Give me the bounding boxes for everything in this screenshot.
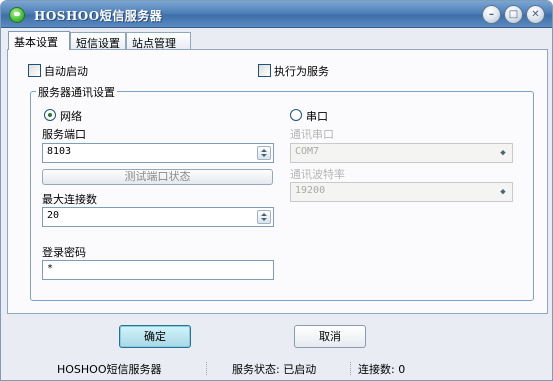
tab-sms-settings[interactable]: 短信设置: [70, 32, 126, 50]
tab-site-management[interactable]: 站点管理: [126, 32, 191, 50]
status-separator: [350, 362, 351, 375]
service-port-input[interactable]: 8103: [42, 143, 274, 163]
title-bar[interactable]: HOSHOO短信服务器 – □ ✕: [1, 1, 552, 28]
auto-start-checkbox[interactable]: [28, 64, 41, 77]
status-app-name: HOSHOO短信服务器: [57, 363, 162, 376]
server-comm-groupbox: 服务器通讯设置 网络 服务端口 8103 测试端口状态 最大连接数 20 登录密…: [30, 84, 534, 301]
status-service-state: 服务状态: 已启动: [232, 363, 317, 376]
app-icon: [9, 7, 25, 23]
max-connections-label: 最大连接数: [42, 193, 97, 206]
max-conn-spinner-icon[interactable]: [257, 210, 271, 224]
run-as-service-checkbox[interactable]: [258, 64, 271, 77]
serial-label: 串口: [306, 110, 328, 123]
service-port-value: 8103: [47, 146, 72, 157]
run-as-service-label: 执行为服务: [274, 65, 329, 78]
basic-settings-panel: 自动启动 执行为服务 服务器通讯设置 网络 服务端口 8103 测试端口状态 最…: [7, 49, 548, 314]
max-connections-input[interactable]: 20: [42, 207, 274, 227]
status-bar: HOSHOO短信服务器 服务状态: 已启动 连接数: 0: [1, 356, 552, 380]
network-radio[interactable]: [44, 109, 56, 121]
window-title: HOSHOO短信服务器: [34, 9, 163, 23]
minimize-button[interactable]: –: [482, 5, 501, 24]
status-connections: 连接数: 0: [358, 363, 406, 376]
groupbox-title: 服务器通讯设置: [36, 84, 117, 100]
baud-rate-label: 通讯波特率: [290, 168, 345, 181]
serial-radio[interactable]: [290, 109, 302, 121]
login-password-value: *: [47, 263, 54, 274]
max-connections-value: 20: [47, 210, 60, 221]
login-password-label: 登录密码: [42, 246, 86, 259]
close-button[interactable]: ✕: [526, 5, 545, 24]
port-spinner-icon[interactable]: [257, 146, 271, 160]
auto-start-label: 自动启动: [44, 65, 88, 78]
network-label: 网络: [60, 110, 82, 123]
serial-port-select[interactable]: COM7 ◆: [290, 143, 513, 163]
dropdown-arrow-icon[interactable]: ◆: [497, 147, 509, 159]
cancel-button[interactable]: 取消: [294, 325, 366, 348]
tab-basic-settings[interactable]: 基本设置: [8, 31, 70, 50]
serial-port-value: COM7: [295, 146, 320, 157]
main-window: HOSHOO短信服务器 – □ ✕ 基本设置 短信设置 站点管理 自动启动 执行…: [0, 0, 553, 381]
test-port-button[interactable]: 测试端口状态: [42, 169, 273, 185]
baud-rate-select[interactable]: 19200 ◆: [290, 182, 513, 202]
baud-rate-value: 19200: [295, 185, 326, 196]
service-port-label: 服务端口: [42, 128, 86, 141]
dropdown-arrow-icon[interactable]: ◆: [497, 186, 509, 198]
serial-port-label: 通讯串口: [290, 128, 334, 141]
status-separator: [206, 362, 207, 375]
ok-button[interactable]: 确定: [119, 325, 191, 348]
login-password-input[interactable]: *: [42, 260, 274, 280]
maximize-button[interactable]: □: [504, 5, 523, 24]
